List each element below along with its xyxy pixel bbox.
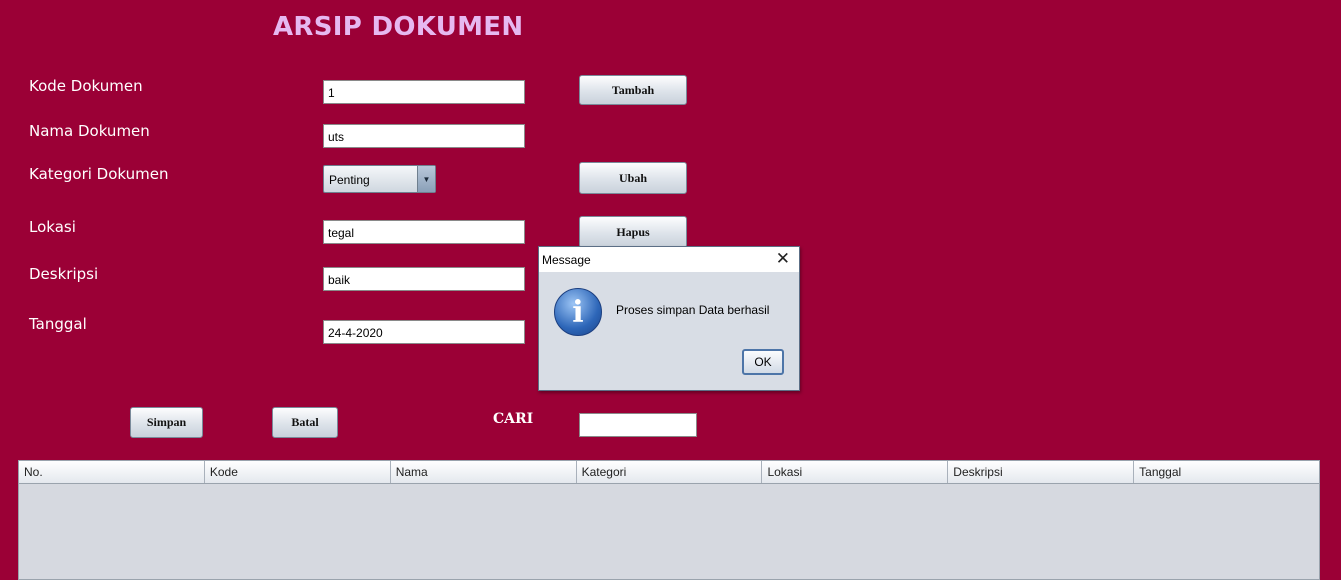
- close-icon[interactable]: ✕: [776, 249, 790, 269]
- column-header-kategori[interactable]: Kategori: [577, 461, 763, 483]
- kategori-dokumen-select[interactable]: Penting ▼: [323, 165, 436, 193]
- search-label: CARI: [493, 411, 534, 427]
- column-header-lokasi[interactable]: Lokasi: [762, 461, 949, 483]
- lokasi-field[interactable]: tegal: [323, 220, 525, 244]
- tanggal-field[interactable]: 24-4-2020: [323, 320, 525, 344]
- column-header-deskripsi[interactable]: Deskripsi: [948, 461, 1135, 483]
- info-icon: i: [554, 288, 602, 336]
- tanggal-label: Tanggal: [29, 315, 87, 333]
- data-table[interactable]: No. Kode Nama Kategori Lokasi Deskripsi …: [18, 460, 1320, 580]
- ubah-button[interactable]: Ubah: [579, 162, 687, 194]
- column-header-tanggal[interactable]: Tanggal: [1134, 461, 1319, 483]
- batal-button[interactable]: Batal: [272, 407, 338, 438]
- page-title: ARSIP DOKUMEN: [273, 12, 524, 42]
- dialog-title: Message: [542, 253, 591, 267]
- nama-dokumen-field[interactable]: uts: [323, 124, 525, 148]
- deskripsi-label: Deskripsi: [29, 265, 99, 283]
- hapus-button[interactable]: Hapus: [579, 216, 687, 248]
- message-dialog: Message ✕ i Proses simpan Data berhasil …: [538, 246, 800, 391]
- column-header-nama[interactable]: Nama: [391, 461, 577, 483]
- table-header: No. Kode Nama Kategori Lokasi Deskripsi …: [19, 461, 1319, 484]
- nama-dokumen-label: Nama Dokumen: [29, 122, 150, 140]
- dialog-title-bar[interactable]: Message ✕: [539, 247, 799, 272]
- chevron-down-icon[interactable]: ▼: [417, 166, 435, 192]
- simpan-button[interactable]: Simpan: [130, 407, 203, 438]
- tambah-button[interactable]: Tambah: [579, 75, 687, 105]
- column-header-no[interactable]: No.: [19, 461, 205, 483]
- dialog-message: Proses simpan Data berhasil: [616, 303, 770, 317]
- ok-button[interactable]: OK: [742, 349, 784, 375]
- kode-dokumen-label: Kode Dokumen: [29, 77, 143, 95]
- deskripsi-field[interactable]: baik: [323, 267, 525, 291]
- kategori-selected-value: Penting: [329, 173, 370, 187]
- lokasi-label: Lokasi: [29, 218, 76, 236]
- kategori-dokumen-label: Kategori Dokumen: [29, 165, 169, 183]
- column-header-kode[interactable]: Kode: [205, 461, 391, 483]
- kode-dokumen-field[interactable]: 1: [323, 80, 525, 104]
- search-input[interactable]: [579, 413, 697, 437]
